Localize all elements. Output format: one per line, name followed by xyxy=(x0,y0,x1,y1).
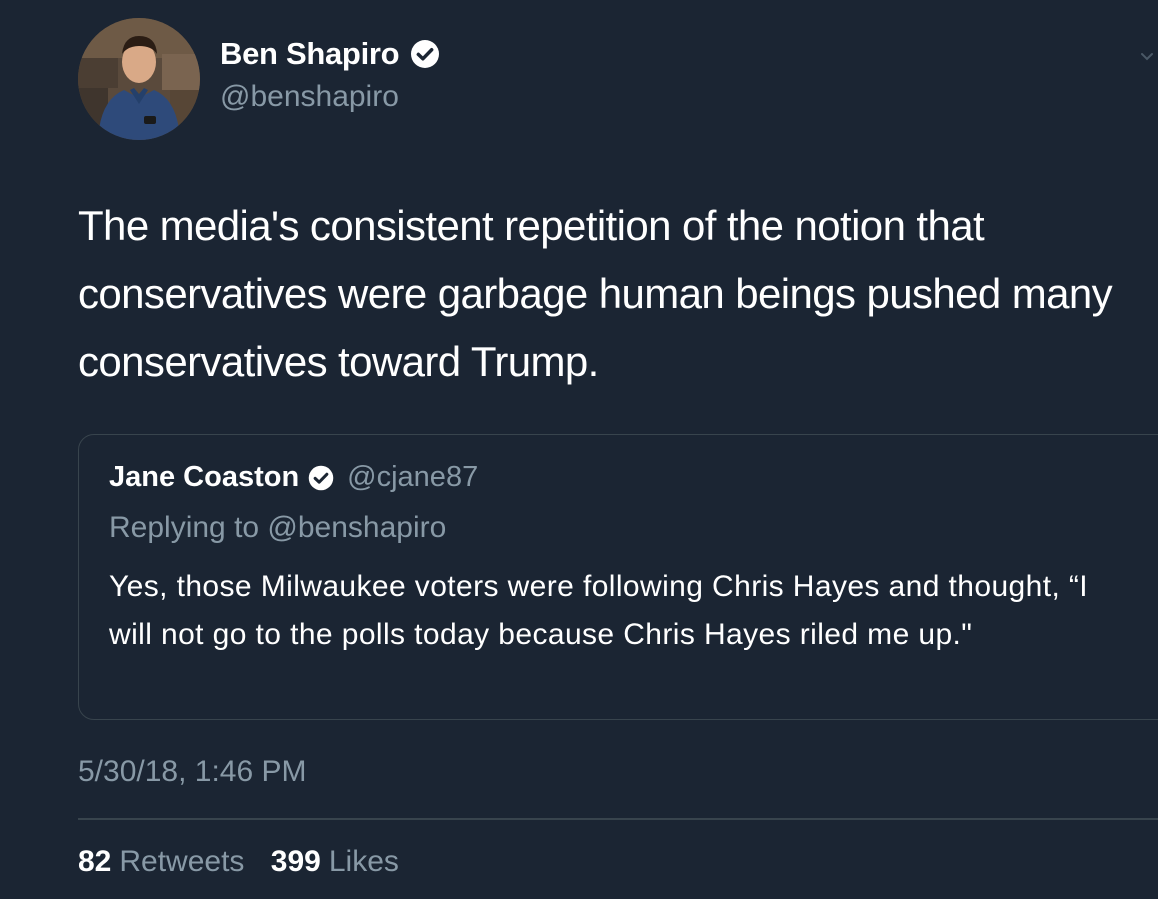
quoted-tweet-header: Jane Coaston @cjane87 xyxy=(109,461,478,494)
author-avatar[interactable] xyxy=(78,18,200,140)
likes-count: 399 xyxy=(270,845,321,878)
chevron-down-icon[interactable] xyxy=(1140,50,1154,64)
retweets-count: 82 xyxy=(78,845,112,878)
author-handle[interactable]: @benshapiro xyxy=(220,80,399,114)
likes-stat[interactable]: 399 Likes xyxy=(271,845,399,879)
divider xyxy=(78,818,1158,820)
tweet-text: The media's consistent repetition of the… xyxy=(78,202,1113,385)
tweet-detail-view: Ben Shapiro @benshapiro The media's cons… xyxy=(0,0,1158,899)
quoted-author-handle: @cjane87 xyxy=(347,461,479,493)
quoted-tweet-card[interactable]: Jane Coaston @cjane87 Replying to @bensh… xyxy=(78,434,1158,720)
retweets-label: Retweets xyxy=(119,845,245,878)
quoted-tweet-text: Yes, those Milwaukee voters were followi… xyxy=(109,570,1089,651)
profile-photo-icon xyxy=(78,18,200,140)
verified-badge-icon xyxy=(308,465,334,490)
author-name[interactable]: Ben Shapiro xyxy=(220,36,441,72)
author-name-text: Ben Shapiro xyxy=(220,36,400,71)
verified-badge-icon xyxy=(411,40,440,68)
quoted-author-name: Jane Coaston xyxy=(109,461,300,493)
replying-to-label: Replying to @benshapiro xyxy=(109,511,447,544)
retweets-stat[interactable]: 82 Retweets xyxy=(78,845,244,879)
tweet-stats: 82 Retweets 399 Likes xyxy=(78,845,399,879)
tweet-timestamp[interactable]: 5/30/18, 1:46 PM xyxy=(78,755,307,789)
likes-label: Likes xyxy=(328,845,399,878)
